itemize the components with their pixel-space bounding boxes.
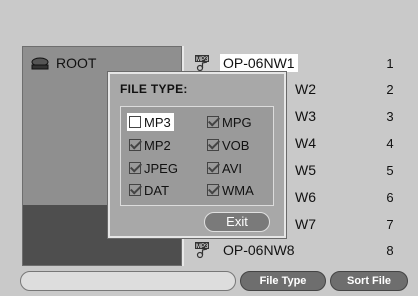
mp3-badge-text: MP3: [196, 57, 209, 63]
file-number: 6: [386, 189, 394, 205]
file-name: W2: [295, 81, 316, 97]
root-label: ROOT: [56, 55, 97, 71]
option-label: DAT: [144, 182, 170, 198]
exit-button[interactable]: Exit: [204, 212, 270, 232]
checkbox-checked-icon: [207, 162, 219, 174]
file-row[interactable]: MP3 OP-06NW8 8: [184, 237, 412, 263]
root-folder[interactable]: ROOT: [31, 55, 96, 71]
option-label: VOB: [222, 137, 250, 153]
file-name: W3: [295, 108, 316, 124]
option-jpeg[interactable]: JPEG: [127, 159, 181, 177]
file-type-options: MP3 MPG MP2 VOB JPEG AVI DAT WMA: [120, 106, 274, 206]
option-wma[interactable]: WMA: [205, 181, 257, 199]
checkbox-checked-icon: [129, 162, 141, 174]
option-label: MPG: [222, 114, 252, 130]
file-number: 7: [386, 216, 394, 232]
file-name: OP-06NW1: [220, 54, 298, 72]
checkbox-checked-icon: [129, 184, 141, 196]
option-label: MP3: [144, 114, 171, 130]
drive-icon: [31, 57, 49, 69]
file-number: 5: [386, 162, 394, 178]
option-label: AVI: [222, 160, 242, 176]
checkbox-checked-icon: [207, 139, 219, 151]
file-number: 4: [386, 135, 394, 151]
status-field: [20, 271, 236, 291]
file-type-button[interactable]: File Type: [240, 271, 326, 291]
top-band: [0, 0, 418, 46]
option-avi[interactable]: AVI: [205, 159, 245, 177]
file-type-dialog: FILE TYPE: MP3 MPG MP2 VOB JPEG AVI DAT …: [107, 71, 287, 239]
option-label: WMA: [222, 182, 254, 198]
mp3-file-icon: MP3: [195, 242, 209, 259]
bottom-bar: File Type Sort File: [0, 266, 418, 296]
sort-file-button[interactable]: Sort File: [330, 271, 408, 291]
file-name: OP-06NW8: [223, 242, 295, 258]
option-dat[interactable]: DAT: [127, 181, 172, 199]
file-number: 8: [386, 242, 394, 258]
file-number: 3: [386, 108, 394, 124]
dialog-title: FILE TYPE:: [120, 82, 188, 96]
option-vob[interactable]: VOB: [205, 136, 252, 154]
checkbox-checked-icon: [129, 139, 141, 151]
mp3-badge-text: MP3: [196, 244, 209, 250]
file-number: 2: [386, 81, 394, 97]
file-name: W4: [295, 135, 316, 151]
file-number: 1: [386, 55, 394, 71]
option-label: JPEG: [144, 160, 178, 176]
option-mp2[interactable]: MP2: [127, 136, 174, 154]
option-mp3[interactable]: MP3: [127, 113, 174, 131]
checkbox-checked-icon: [207, 116, 219, 128]
player-screen: ROOT MP3 OP-06NW1 1 W2 2 W3 3 W4 4 W5 5 …: [0, 0, 418, 296]
file-name: W7: [295, 216, 316, 232]
option-mpg[interactable]: MPG: [205, 113, 255, 131]
mp3-file-icon: MP3: [195, 55, 209, 72]
option-label: MP2: [144, 137, 171, 153]
checkbox-checked-icon: [207, 184, 219, 196]
file-name: W6: [295, 189, 316, 205]
checkbox-icon: [129, 116, 141, 128]
file-name: W5: [295, 162, 316, 178]
